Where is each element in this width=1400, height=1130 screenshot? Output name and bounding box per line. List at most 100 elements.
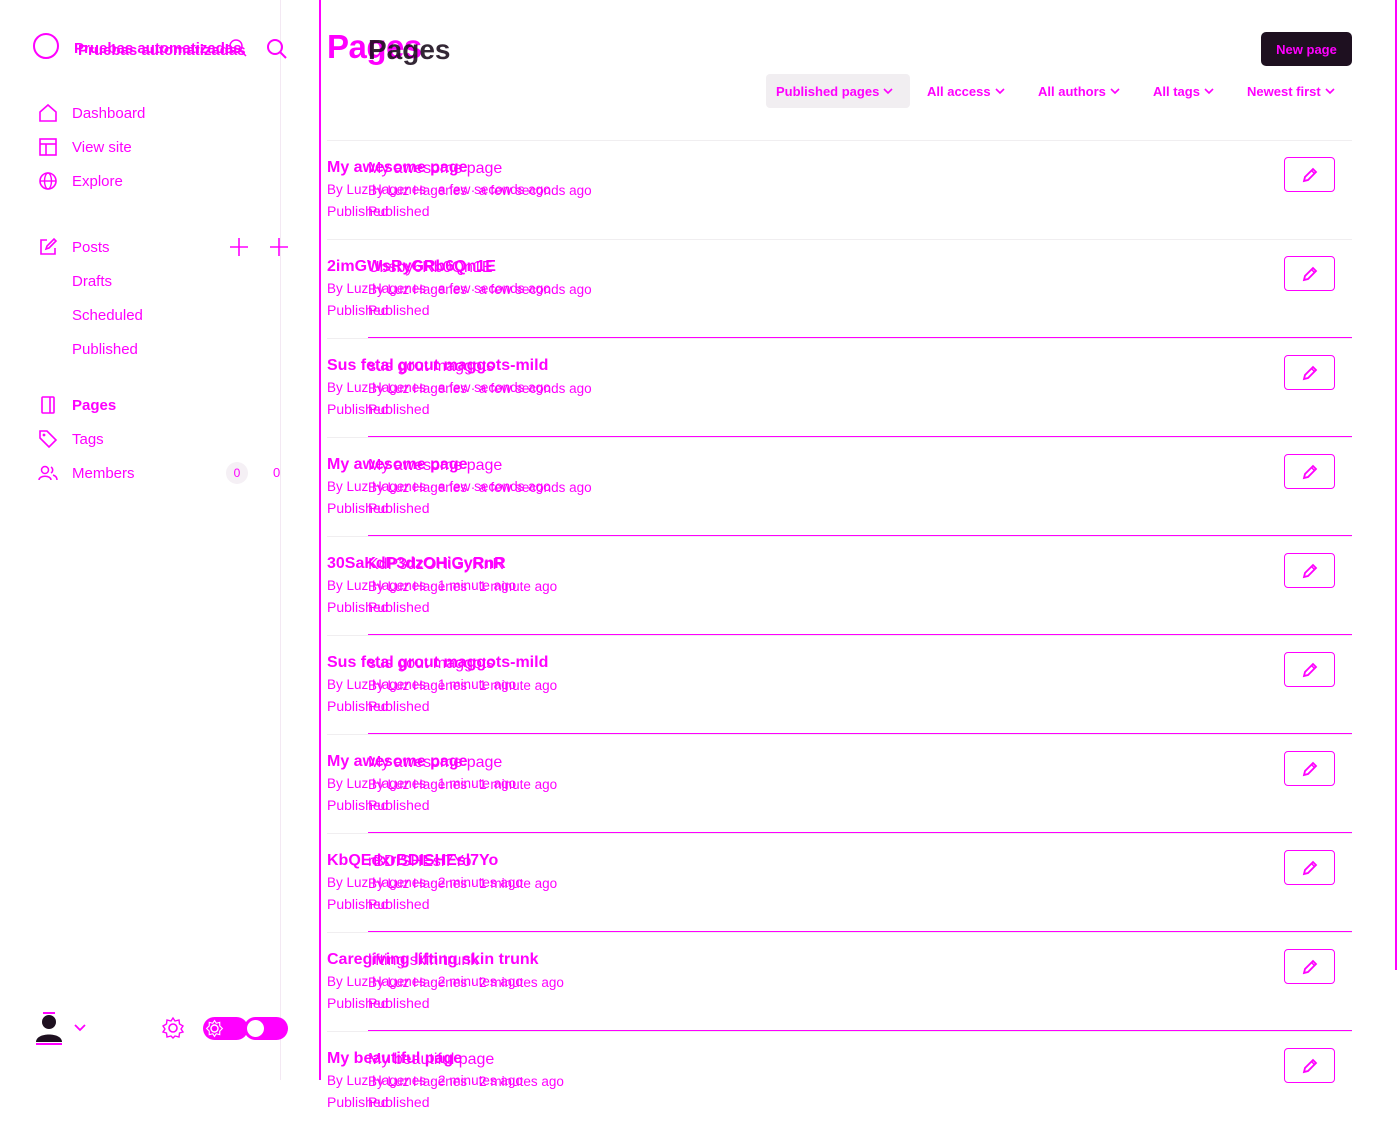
status-badge: Published [327,203,389,219]
sidebar-item-scheduled[interactable]: Scheduled [72,307,143,324]
filter-tags-dropdown[interactable]: All tags [1153,74,1214,108]
status-badge: Published [327,1094,389,1110]
globe-icon [39,172,57,190]
sidebar-item-pages[interactable]: Pages [38,393,116,417]
pencil-icon [1302,365,1317,380]
tag-icon [39,430,58,449]
scrollbar[interactable] [1395,0,1397,970]
layout-icon [39,138,57,156]
page-meta: By Luz Hagenes · a few seconds ago [327,479,551,494]
filter-order-label: Newest first [1247,83,1321,99]
edit-page-button[interactable] [1284,850,1335,885]
sidebar-item-published[interactable]: Published [72,341,138,358]
chevron-down-icon [995,88,1005,95]
edit-page-button[interactable] [1284,256,1335,291]
edit-page-button[interactable] [1284,652,1335,687]
filter-tags-label: All tags [1153,83,1200,99]
page-meta: By Luz Hagenes · a few seconds ago [327,380,551,395]
edit-page-button[interactable] [1284,949,1335,984]
pencil-icon [1302,662,1317,677]
chevron-down-icon [1204,88,1214,95]
chevron-down-icon[interactable] [72,1020,88,1036]
sidebar: Pruebas automatizadas Pruebas automatiza… [0,0,288,1080]
gear-icon [205,1019,224,1038]
sidebar-item-tags[interactable]: Tags [38,427,104,451]
dark-mode-toggle[interactable] [244,1017,288,1040]
add-post-icon[interactable] [229,237,249,257]
page-meta: By Luz Hagenes · 2 minutes ago [327,974,523,989]
sidebar-item-posts[interactable]: Posts [38,235,110,259]
chevron-down-icon [883,88,893,95]
page-title-link[interactable]: 30SaKdP3dzOHiGyRnR [327,555,506,573]
page-title-link[interactable]: Sus fetal grout maggots-mild [327,357,548,375]
pencil-icon [1302,266,1317,281]
sidebar-item-view-site[interactable]: View site [38,135,132,159]
page-title-link[interactable]: Caregiving lifting skin trunk [327,951,539,969]
page-title-link[interactable]: My awesome page [327,456,468,474]
sidebar-item-members[interactable]: Members [38,461,135,485]
page-meta: By Luz Hagenes · 1 minute ago [327,578,517,593]
edit-page-button[interactable] [1284,157,1335,192]
sidebar-item-label: Members [72,464,135,482]
members-count-badge: 0 [226,462,248,484]
filter-authors-dropdown[interactable]: All authors [1038,74,1120,108]
page-meta: By Luz Hagenes · a few seconds ago [327,182,551,197]
sidebar-item-label: Dashboard [72,104,146,122]
sidebar-item-drafts[interactable]: Drafts [72,273,112,290]
pencil-icon [1302,761,1317,776]
user-avatar[interactable] [34,1012,64,1046]
search-icon-ghost [229,39,247,57]
status-badge: Published [327,500,389,516]
page-title-link[interactable]: KbQEdxrBDISHEsl7Yo [327,852,498,870]
status-badge: Published [327,302,389,318]
edit-page-button[interactable] [1284,751,1335,786]
edit-page-button[interactable] [1284,1048,1335,1083]
page-icon [41,396,55,414]
edit-page-button[interactable] [1284,553,1335,588]
chevron-down-icon [1325,88,1335,95]
sidebar-item-label: Pages [72,396,117,414]
pencil-icon [1302,167,1317,182]
filter-authors-label: All authors [1038,83,1106,99]
status-badge: Published [327,797,389,813]
edit-icon [40,237,58,255]
page-title-link[interactable]: My awesome page [327,753,468,771]
page-title-link[interactable]: My awesome page [327,159,468,177]
page-meta: By Luz Hagenes · 1 minute ago [327,776,517,791]
home-icon [39,103,57,122]
page-meta: By Luz Hagenes · 2 minutes ago [327,1073,523,1088]
sidebar-item-explore[interactable]: Explore [38,169,123,193]
status-badge: Published [327,599,389,615]
pencil-icon [1302,1058,1317,1073]
page-title-link[interactable]: Sus fetal grout maggots-mild [327,654,548,672]
edit-page-button[interactable] [1284,355,1335,390]
members-count-ghost: 0 [273,465,281,480]
page-meta: By Luz Hagenes · 2 minutes ago [327,875,523,890]
search-icon[interactable] [266,38,288,60]
pencil-icon [1302,860,1317,875]
filter-access-label: All access [927,83,991,99]
sidebar-item-label: View site [72,138,132,156]
page-title-link[interactable]: My beautiful page [327,1050,462,1068]
status-badge: Published [327,698,389,714]
sidebar-item-label: Posts [72,238,110,256]
pencil-icon [1302,563,1317,578]
status-badge: Published [327,995,389,1011]
content-divider [319,0,321,1080]
theme-toggle-ghost [203,1017,248,1040]
filter-access-dropdown[interactable]: All access [927,74,1005,108]
pencil-icon [1302,959,1317,974]
sidebar-item-dashboard[interactable]: Dashboard [38,101,145,125]
pencil-icon [1302,464,1317,479]
new-page-button[interactable]: New page [1261,32,1352,66]
site-name[interactable]: Pruebas automatizadas [74,40,242,57]
page-meta: By Luz Hagenes · 1 minute ago [327,677,517,692]
site-logo[interactable] [33,33,59,59]
filter-order-dropdown[interactable]: Newest first [1247,74,1335,108]
page-title-link[interactable]: 2imGWsRyGRb6Qn1E [327,258,496,276]
filter-type-dropdown[interactable]: Published pages [766,74,910,108]
gear-icon[interactable] [161,1016,185,1040]
members-icon [38,465,58,481]
page-title: Pages [327,28,422,65]
edit-page-button[interactable] [1284,454,1335,489]
